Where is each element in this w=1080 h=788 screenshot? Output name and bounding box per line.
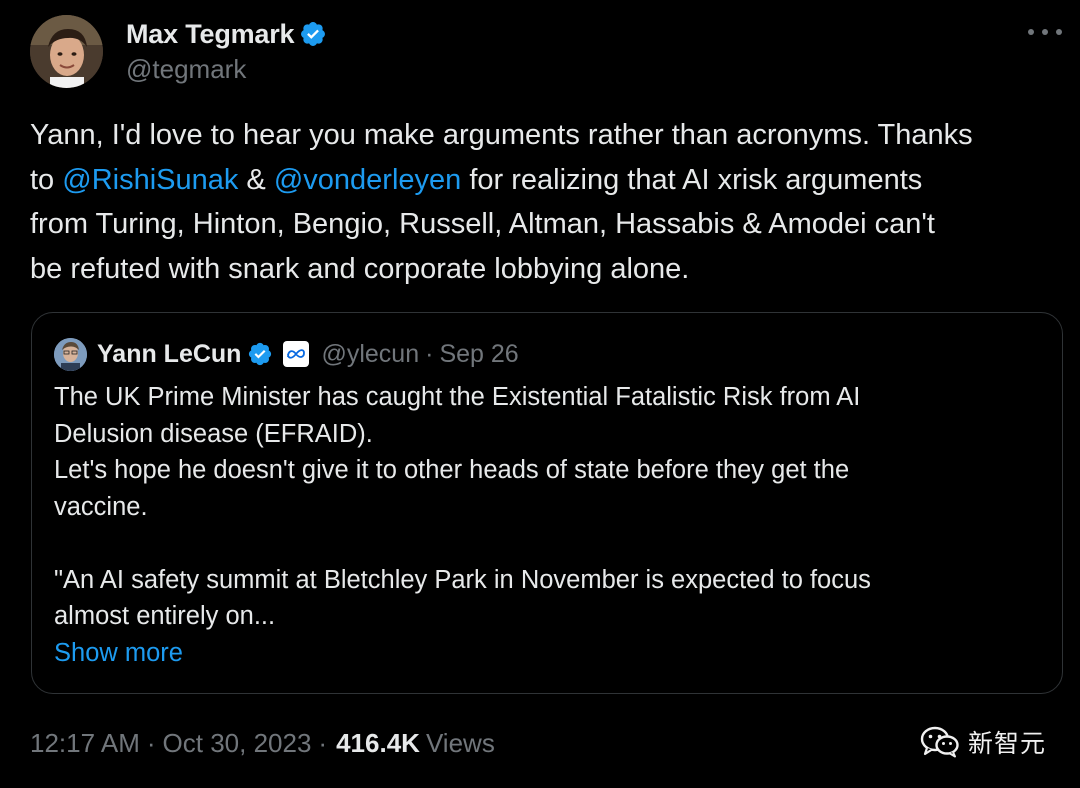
more-dot bbox=[1028, 29, 1034, 35]
show-more-line: Show more bbox=[54, 635, 1044, 672]
tweet-text-segment: to bbox=[30, 163, 63, 196]
quoted-tweet-header: Yann LeCun @ylecun · Sep 26 bbox=[54, 337, 519, 371]
quoted-tweet-date[interactable]: Sep 26 bbox=[439, 340, 518, 369]
quoted-text-line: almost entirely on... bbox=[54, 602, 276, 630]
mention-link-vonderleyen[interactable]: @vonderleyen bbox=[274, 164, 461, 196]
quoted-author-name[interactable]: Yann LeCun bbox=[97, 340, 241, 369]
mention-link-rishisunak[interactable]: @RishiSunak bbox=[62, 164, 238, 196]
quoted-tweet-card[interactable]: Yann LeCun @ylecun · Sep 26 The UK Prime… bbox=[31, 312, 1063, 694]
author-handle[interactable]: @tegmark bbox=[126, 54, 246, 85]
tweet-text-line: to @RishiSunak & @vonderleyen for realiz… bbox=[30, 158, 1070, 203]
tweet-text-line: from Turing, Hinton, Bengio, Russell, Al… bbox=[30, 202, 1070, 247]
verified-badge-icon[interactable] bbox=[247, 341, 273, 367]
more-options-icon[interactable] bbox=[1028, 22, 1062, 42]
watermark-text: 新智元 bbox=[967, 729, 1046, 758]
quoted-text-blank-line bbox=[54, 525, 1044, 562]
show-more-link[interactable]: Show more bbox=[54, 639, 183, 667]
tweet-text-segment: for realizing that AI xrisk arguments bbox=[461, 163, 923, 196]
author-name[interactable]: Max Tegmark bbox=[126, 19, 295, 50]
tweet-text-segment: Yann, I'd love to hear you make argument… bbox=[30, 119, 973, 151]
views-count[interactable]: 416.4K bbox=[336, 728, 420, 759]
quoted-author-avatar[interactable] bbox=[54, 337, 87, 371]
quoted-text-line: "An AI safety summit at Bletchley Park i… bbox=[54, 565, 871, 594]
quoted-author-handle[interactable]: @ylecun bbox=[321, 340, 419, 369]
watermark: 新智元 bbox=[920, 722, 1046, 762]
tweet-text-line: Yann, I'd love to hear you make argument… bbox=[30, 113, 1070, 158]
quoted-text-line: Delusion disease (EFRAID). bbox=[54, 419, 373, 448]
tweet-text-segment: from Turing, Hinton, Bengio, Russell, Al… bbox=[30, 208, 935, 240]
tweet-date[interactable]: Oct 30, 2023 bbox=[163, 728, 312, 759]
author-avatar-image bbox=[30, 15, 103, 88]
dot-separator: · bbox=[146, 727, 156, 758]
author-name-row: Max Tegmark bbox=[126, 16, 327, 52]
tweet-text-segment: & bbox=[238, 163, 274, 196]
tweet-text-segment: be refuted with snark and corporate lobb… bbox=[30, 252, 690, 285]
quoted-tweet-text: The UK Prime Minister has caught the Exi… bbox=[54, 379, 1044, 671]
tweet-text-line: be refuted with snark and corporate lobb… bbox=[30, 247, 1070, 292]
meta-logo-icon[interactable] bbox=[283, 341, 310, 367]
tweet-footer: 12:17 AM · Oct 30, 2023 · 416.4K Views bbox=[30, 724, 495, 762]
quoted-text-line: vaccine. bbox=[54, 492, 148, 521]
wechat-icon bbox=[920, 726, 960, 758]
dot-separator: · bbox=[425, 339, 434, 368]
tweet-text: Yann, I'd love to hear you make argument… bbox=[30, 113, 1070, 291]
author-avatar[interactable] bbox=[30, 15, 103, 88]
views-label[interactable]: Views bbox=[426, 728, 495, 759]
quoted-text-line: Let's hope he doesn't give it to other h… bbox=[54, 456, 850, 484]
more-dot bbox=[1042, 29, 1048, 35]
verified-badge-icon[interactable] bbox=[299, 20, 327, 48]
dot-separator: · bbox=[318, 727, 328, 758]
tweet-time[interactable]: 12:17 AM bbox=[30, 728, 140, 759]
more-dot bbox=[1056, 29, 1062, 35]
quoted-text-line: The UK Prime Minister has caught the Exi… bbox=[54, 383, 861, 411]
